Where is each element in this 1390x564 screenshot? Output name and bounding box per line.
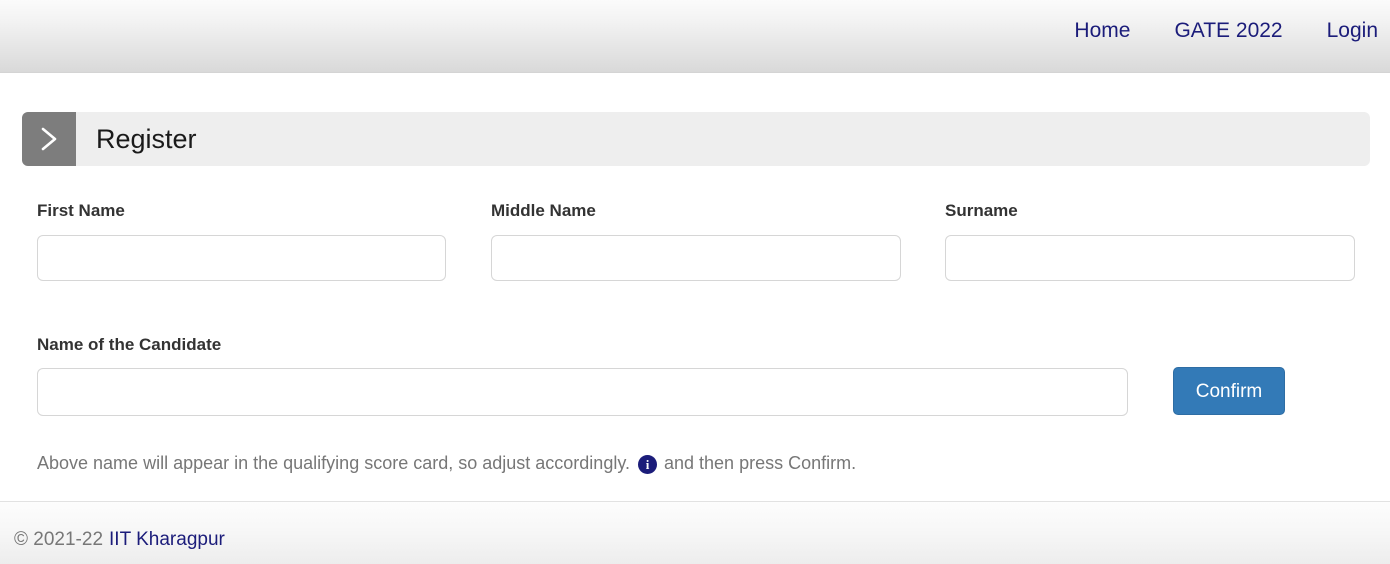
page-footer: © 2021-22 IIT Kharagpur: [0, 501, 1390, 564]
middle-name-input[interactable]: [491, 235, 901, 281]
confirm-button[interactable]: Confirm: [1173, 367, 1285, 415]
middle-name-label: Middle Name: [491, 201, 596, 220]
footer-link-iit-kharagpur[interactable]: IIT Kharagpur: [109, 529, 225, 550]
nav-link-login[interactable]: Login: [1327, 18, 1378, 44]
surname-label: Surname: [945, 201, 1018, 220]
copyright-text: © 2021-22: [14, 529, 104, 550]
first-name-input[interactable]: [37, 235, 446, 281]
first-name-label: First Name: [37, 201, 125, 220]
nav-link-home[interactable]: Home: [1074, 18, 1130, 44]
surname-input[interactable]: [945, 235, 1355, 281]
help-text: Above name will appear in the qualifying…: [37, 451, 856, 475]
candidate-name-input[interactable]: [37, 368, 1128, 416]
candidate-name-label: Name of the Candidate: [37, 335, 222, 354]
top-navigation-bar: Home GATE 2022 Login: [0, 0, 1390, 73]
info-circle-icon[interactable]: i: [638, 454, 657, 474]
help-text-after: and then press Confirm.: [664, 453, 857, 473]
main-content-area: Register First Name Middle Name Surname …: [0, 73, 1390, 501]
nav-links-group: Home GATE 2022 Login: [1074, 18, 1390, 44]
nav-link-gate-2022[interactable]: GATE 2022: [1174, 18, 1282, 44]
chevron-right-icon: [22, 112, 76, 166]
footer-content: © 2021-22 IIT Kharagpur: [14, 528, 225, 551]
page-title: Register: [96, 123, 197, 154]
help-text-before: Above name will appear in the qualifying…: [37, 453, 630, 473]
register-panel-header: Register: [22, 112, 1370, 166]
